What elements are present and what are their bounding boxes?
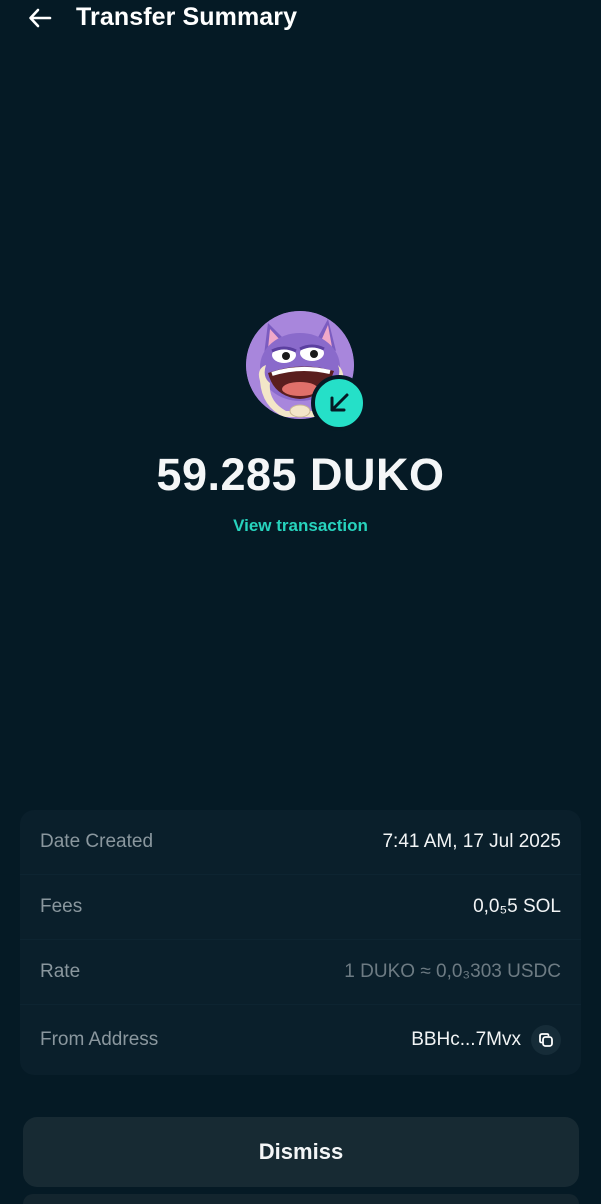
from-address-label: From Address <box>40 1028 159 1050</box>
fees-value: 0,0₅5 SOL <box>473 896 561 917</box>
date-created-label: Date Created <box>40 831 154 852</box>
transfer-amount: 59.285 DUKO <box>156 449 445 500</box>
rate-row: Rate 1 DUKO ≈ 0,0₃303 USDC <box>20 940 581 1005</box>
date-created-row: Date Created 7:41 AM, 17 Jul 2025 <box>20 810 581 875</box>
token-avatar-group <box>246 311 368 433</box>
bottom-edge-strip <box>23 1194 579 1204</box>
arrow-down-left-icon <box>330 393 349 412</box>
dismiss-button[interactable]: Dismiss <box>23 1117 579 1187</box>
from-address-value: BBHc...7Mvx <box>411 1028 521 1050</box>
header: Transfer Summary <box>0 0 601 40</box>
rate-label: Rate <box>40 961 81 982</box>
view-transaction-link[interactable]: View transaction <box>0 516 601 536</box>
page-title: Transfer Summary <box>76 3 298 31</box>
from-address-value-group: BBHc...7Mvx <box>411 1024 561 1055</box>
back-button[interactable] <box>26 4 54 32</box>
from-address-row: From Address BBHc...7Mvx <box>20 1005 581 1074</box>
copy-address-button[interactable] <box>531 1024 561 1055</box>
date-created-value: 7:41 AM, 17 Jul 2025 <box>382 831 561 852</box>
fees-label: Fees <box>40 896 83 917</box>
copy-icon <box>539 1032 553 1047</box>
arrow-left-icon <box>29 8 52 28</box>
rate-value: 1 DUKO ≈ 0,0₃303 USDC <box>344 961 561 982</box>
receive-badge <box>311 375 367 431</box>
transfer-details-card: Date Created 7:41 AM, 17 Jul 2025 Fees 0… <box>20 810 581 1075</box>
fees-row: Fees 0,0₅5 SOL <box>20 875 581 940</box>
